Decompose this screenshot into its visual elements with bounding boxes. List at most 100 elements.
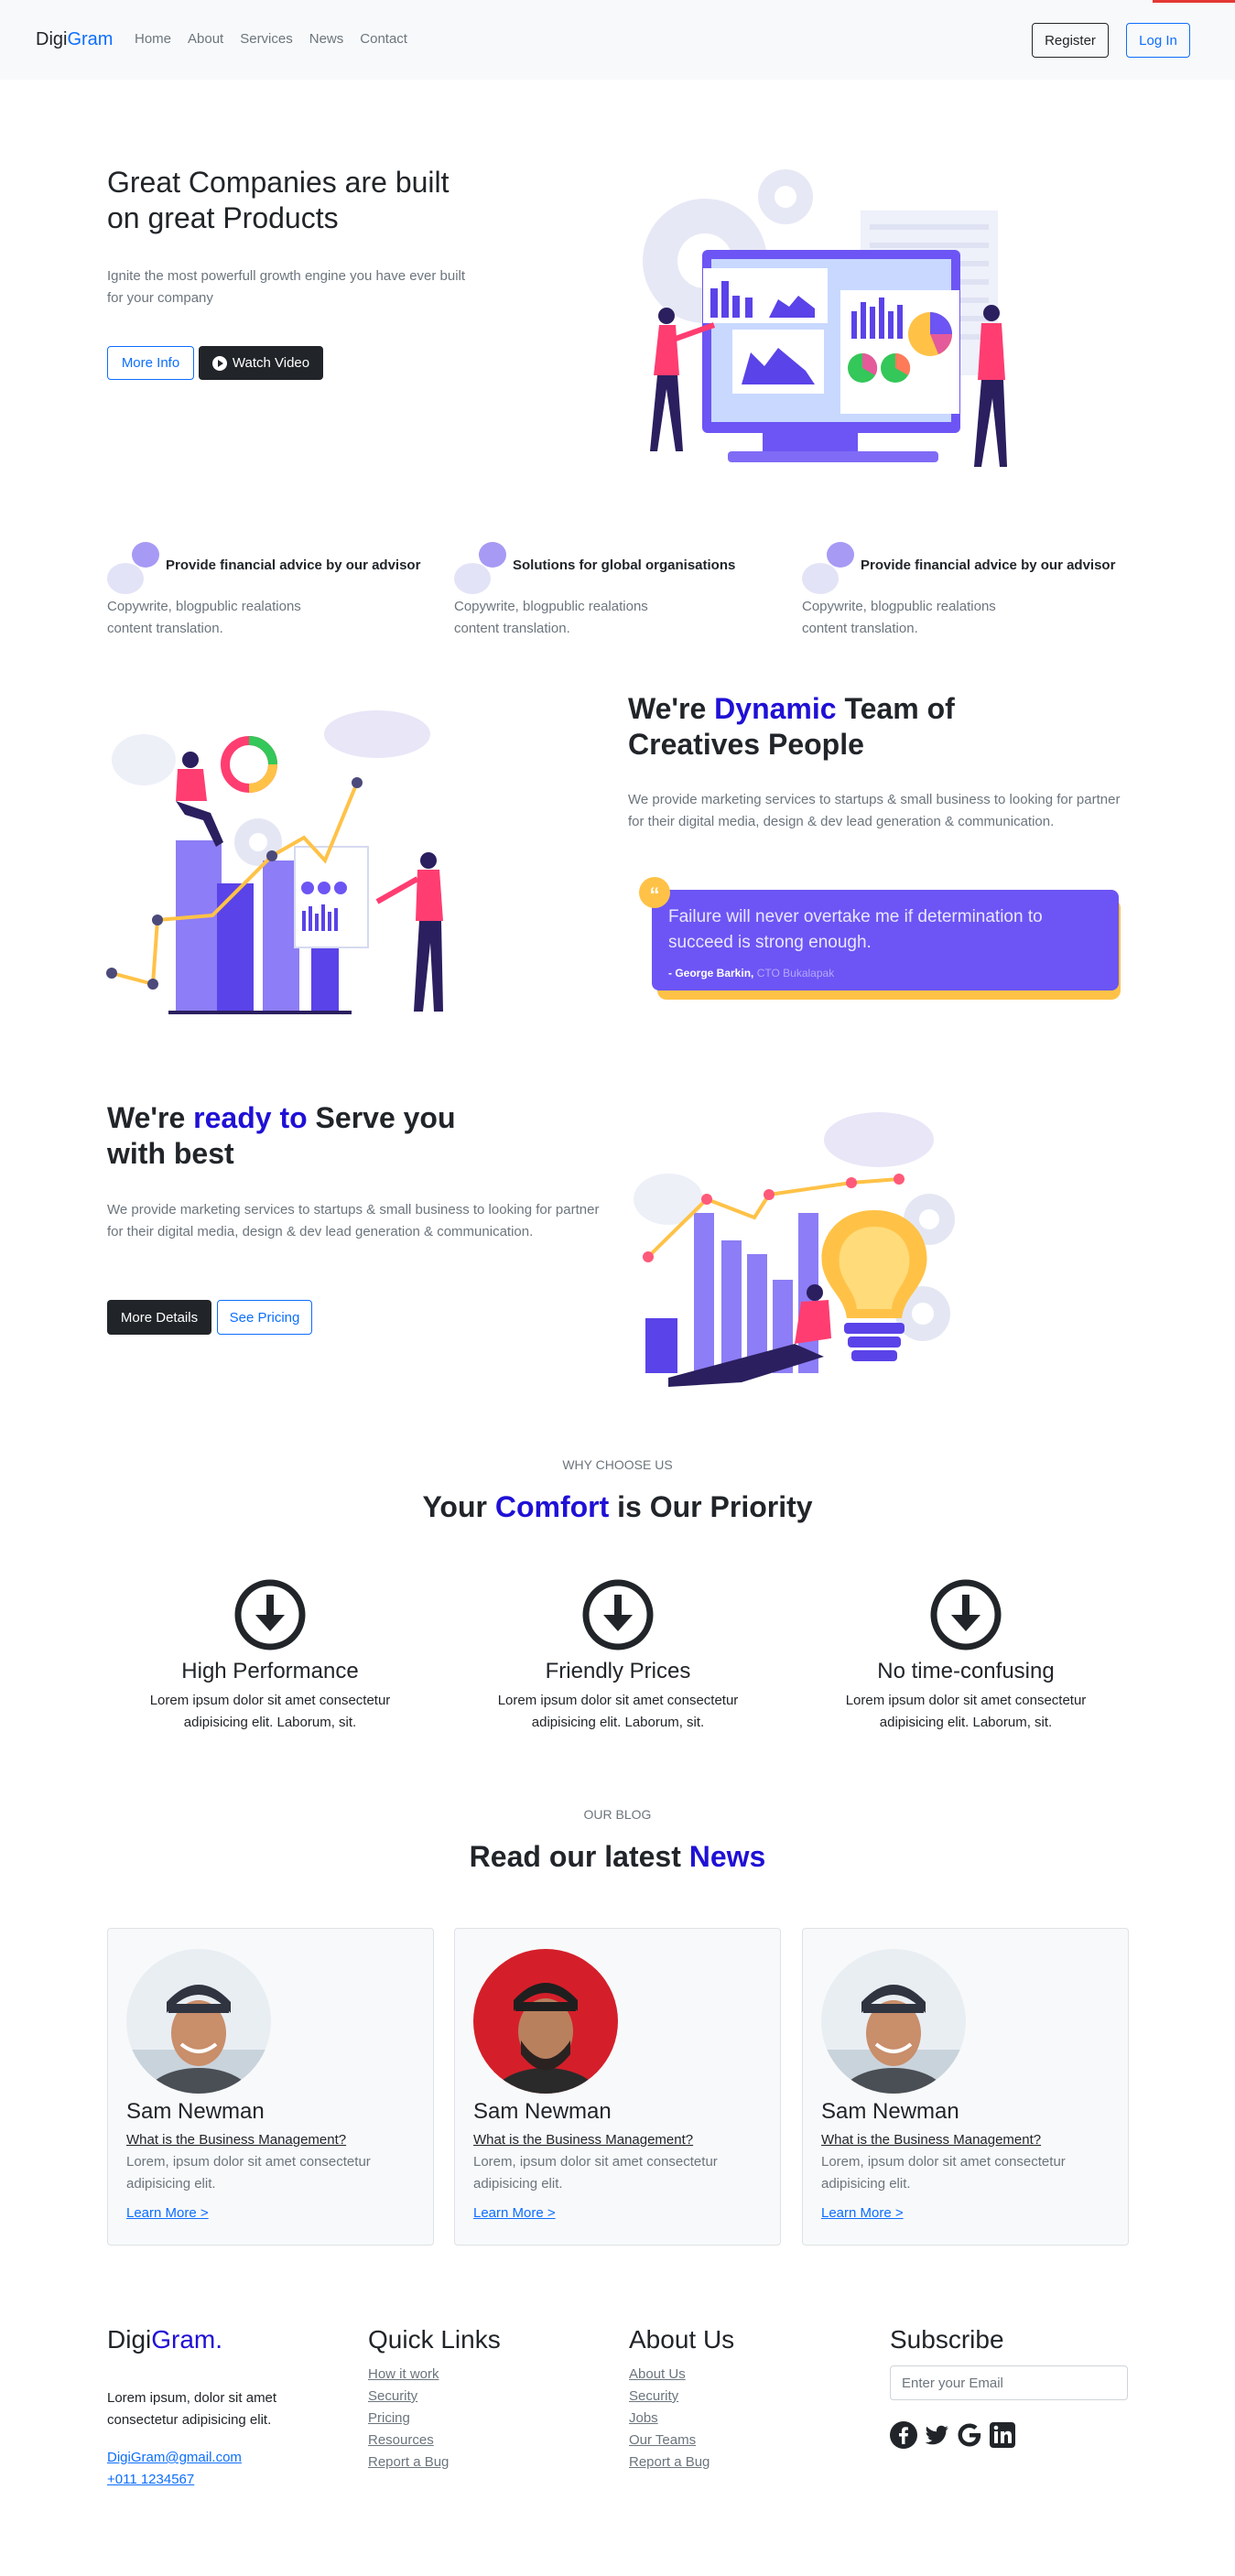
quick-link[interactable]: How it work <box>368 2364 501 2386</box>
why-item-desc: Lorem ipsum dolor sit amet consectetur a… <box>149 1693 391 1730</box>
footer-text: Lorem ipsum, dolor sit amet consectetur … <box>107 2390 277 2428</box>
feature-title: Solutions for global organisations <box>513 557 736 573</box>
avatar <box>126 1949 271 2094</box>
quote-author: - George Barkin, CTO Bukalapak <box>668 967 1102 980</box>
nav-link-about[interactable]: About <box>188 31 223 47</box>
about-link[interactable]: Our Teams <box>629 2430 734 2452</box>
card-question[interactable]: What is the Business Management? <box>473 2132 693 2148</box>
register-button[interactable]: Register <box>1032 23 1109 58</box>
card-author: Sam Newman <box>821 2099 959 2124</box>
learn-more-link[interactable]: Learn More > <box>821 2205 904 2221</box>
see-pricing-button[interactable]: See Pricing <box>217 1300 312 1335</box>
avatar <box>473 1949 618 2094</box>
about-title: About Us <box>629 2325 735 2354</box>
footer-brand-part2: Gram. <box>151 2325 223 2354</box>
blog-eyebrow: OUR BLOG <box>583 1807 652 1822</box>
nav-link-contact[interactable]: Contact <box>360 31 407 47</box>
card-desc: Lorem, ipsum dolor sit amet consectetur … <box>821 2154 1066 2192</box>
blog-title: Read our latest News <box>0 1840 1235 1874</box>
google-icon[interactable] <box>956 2421 983 2449</box>
blog-card: Sam Newman What is the Business Manageme… <box>107 1928 434 2246</box>
card-question[interactable]: What is the Business Management? <box>126 2132 346 2148</box>
why-item-desc: Lorem ipsum dolor sit amet consectetur a… <box>845 1693 1087 1730</box>
arrow-down-circle-icon <box>582 1579 654 1651</box>
ready-title-pre: We're <box>107 1101 194 1134</box>
blob-icon <box>454 542 506 594</box>
arrow-down-circle-icon <box>234 1579 306 1651</box>
feature-desc: Copywrite, blogpublic realations content… <box>454 599 648 636</box>
blob-icon <box>107 542 159 594</box>
linkedin-icon[interactable] <box>989 2421 1016 2449</box>
feature-desc: Copywrite, blogpublic realations content… <box>107 599 301 636</box>
dynamic-title-pre: We're <box>628 692 715 725</box>
card-author: Sam Newman <box>473 2099 612 2124</box>
nav-links: Home About Services News Contact <box>135 31 407 47</box>
learn-more-link[interactable]: Learn More > <box>473 2205 556 2221</box>
subscribe-title: Subscribe <box>890 2325 1004 2354</box>
nav-link-services[interactable]: Services <box>240 31 293 47</box>
blog-title-pre: Read our latest <box>469 1840 689 1873</box>
about-link[interactable]: Security <box>629 2386 734 2408</box>
hero-illustration <box>643 169 1007 467</box>
more-info-button[interactable]: More Info <box>107 346 194 380</box>
card-question[interactable]: What is the Business Management? <box>821 2132 1041 2148</box>
why-title: Your Comfort is Our Priority <box>0 1490 1235 1524</box>
ready-desc: We provide marketing services to startup… <box>107 1202 600 1239</box>
feature-title: Provide financial advice by our advisor <box>861 557 1116 573</box>
watch-video-button[interactable]: Watch Video <box>199 346 323 380</box>
footer-brand-part1: Digi <box>107 2325 152 2354</box>
brand-logo[interactable]: DigiGram <box>36 29 113 50</box>
quick-link[interactable]: Report a Bug <box>368 2452 501 2473</box>
avatar <box>821 1949 966 2094</box>
quote-mark-icon: “ <box>639 877 670 908</box>
about-link[interactable]: Report a Bug <box>629 2452 734 2473</box>
login-button[interactable]: Log In <box>1126 23 1190 58</box>
watch-video-label: Watch Video <box>232 355 310 371</box>
subscribe-email-input[interactable] <box>890 2365 1128 2400</box>
nav-link-home[interactable]: Home <box>135 31 171 47</box>
feature-desc: Copywrite, blogpublic realations content… <box>802 599 996 636</box>
blob-icon <box>802 542 854 594</box>
about-link[interactable]: About Us <box>629 2364 734 2386</box>
dynamic-desc: We provide marketing services to startup… <box>628 792 1121 829</box>
page: DigiGram Home About Services News Contac… <box>0 0 1235 2576</box>
why-item: No time-confusing Lorem ipsum dolor sit … <box>815 1578 1117 1734</box>
facebook-icon[interactable] <box>890 2421 917 2449</box>
quick-link[interactable]: Resources <box>368 2430 501 2452</box>
why-item-title: No time-confusing <box>877 1659 1055 1683</box>
blog-card: Sam Newman What is the Business Manageme… <box>454 1928 781 2246</box>
learn-more-link[interactable]: Learn More > <box>126 2205 209 2221</box>
twitter-icon[interactable] <box>923 2421 950 2449</box>
why-item-title: High Performance <box>181 1659 359 1683</box>
quote-text: Failure will never overtake me if determ… <box>668 907 1043 952</box>
footer-email-link[interactable]: DigiGram@gmail.com <box>107 2447 242 2469</box>
why-item-desc: Lorem ipsum dolor sit amet consectetur a… <box>497 1693 739 1730</box>
dynamic-title-highlight: Dynamic <box>714 692 837 725</box>
brand-part2: Gram <box>67 29 114 49</box>
why-item: Friendly Prices Lorem ipsum dolor sit am… <box>467 1578 769 1734</box>
footer-brand: DigiGram. <box>107 2325 222 2354</box>
quick-link[interactable]: Pricing <box>368 2408 501 2430</box>
top-accent-bar <box>1153 0 1235 3</box>
brand-part1: Digi <box>36 29 68 49</box>
quote-author-name: - George Barkin, <box>668 967 754 980</box>
why-item-title: Friendly Prices <box>545 1659 691 1683</box>
about-link[interactable]: Jobs <box>629 2408 734 2430</box>
why-item: High Performance Lorem ipsum dolor sit a… <box>119 1578 421 1734</box>
quick-link[interactable]: Security <box>368 2386 501 2408</box>
ready-title-highlight: ready to <box>193 1101 308 1134</box>
why-title-pre: Your <box>422 1490 495 1523</box>
more-details-button[interactable]: More Details <box>107 1300 211 1335</box>
why-eyebrow: WHY CHOOSE US <box>562 1457 673 1472</box>
hero-title: Great Companies are built on great Produ… <box>107 166 450 234</box>
play-icon <box>211 355 227 371</box>
why-title-post: is Our Priority <box>609 1490 813 1523</box>
card-author: Sam Newman <box>126 2099 265 2124</box>
nav-link-news[interactable]: News <box>309 31 344 47</box>
hero-subtitle: Ignite the most powerfull growth engine … <box>107 268 466 306</box>
footer-phone-link[interactable]: +011 1234567 <box>107 2469 194 2491</box>
dynamic-title: We're Dynamic Team of Creatives People <box>628 691 1013 763</box>
about-column: About Us About Us Security Jobs Our Team… <box>629 2325 734 2473</box>
quote-box: Failure will never overtake me if determ… <box>652 890 1119 990</box>
ready-title: We're ready to Serve you with best <box>107 1100 492 1172</box>
